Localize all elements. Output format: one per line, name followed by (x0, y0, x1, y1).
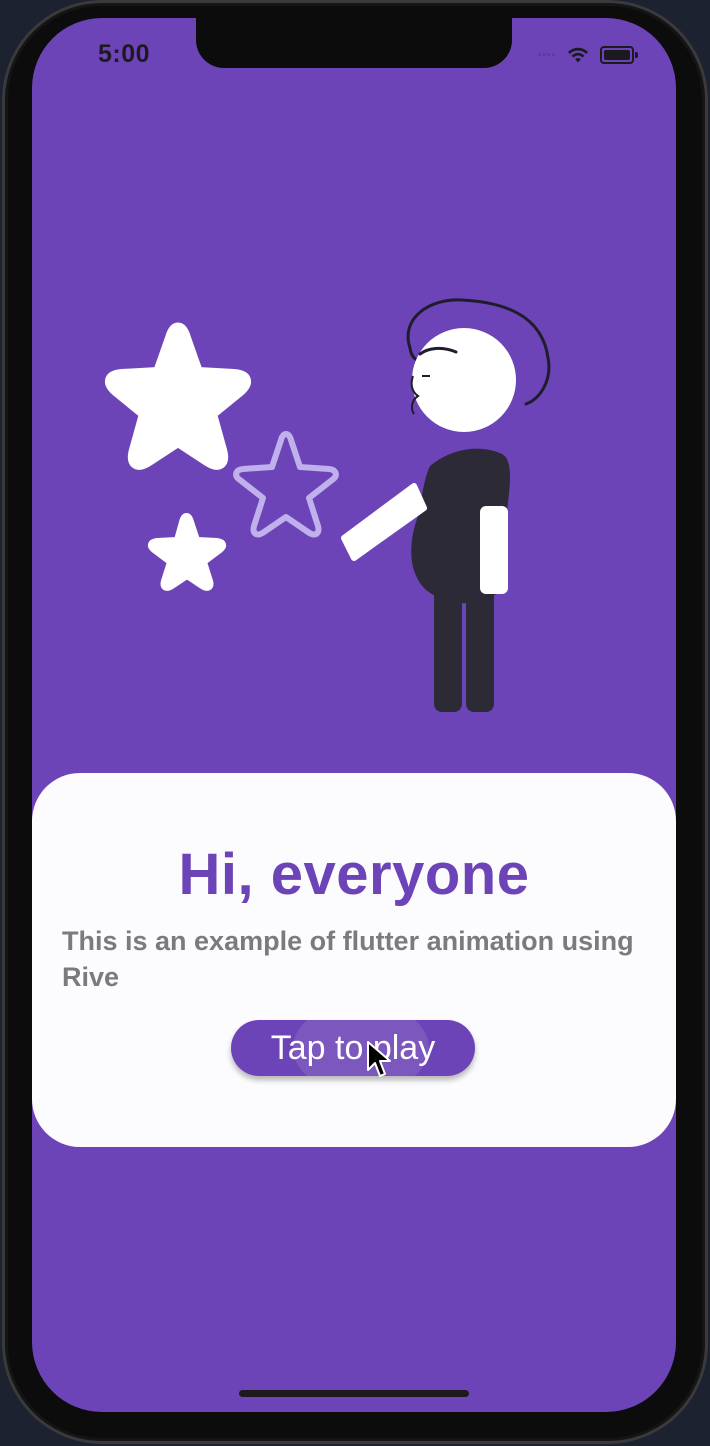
character-figure (341, 298, 551, 712)
tap-to-play-label: Tap to play (270, 1029, 436, 1067)
star-outline-icon (233, 431, 339, 538)
star-large-icon (105, 322, 251, 470)
rive-illustration[interactable] (32, 18, 676, 778)
app-screen: 5:00 •••• Hi, everyone This is an exampl… (32, 18, 676, 1412)
card-subtitle: This is an example of flutter animation … (62, 926, 634, 992)
home-indicator[interactable] (239, 1390, 469, 1397)
star-small-icon (147, 513, 227, 591)
mouse-pointer-icon (367, 1041, 391, 1077)
tap-to-play-button[interactable]: Tap to play (231, 1020, 475, 1076)
card-title: Hi, everyone (178, 842, 530, 907)
intro-card: Hi, everyone This is an example of flutt… (32, 773, 676, 1147)
